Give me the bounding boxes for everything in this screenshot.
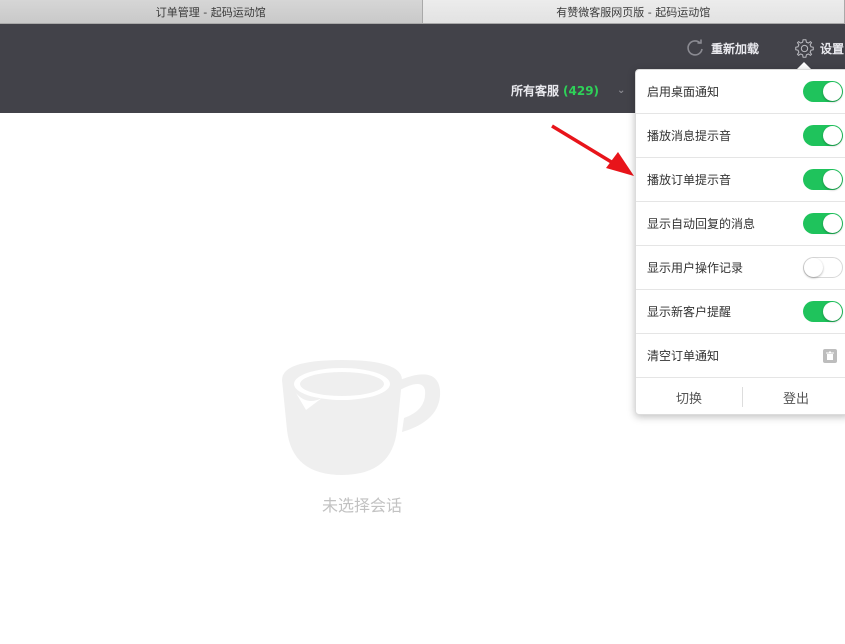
- desktop-notification-toggle[interactable]: [803, 81, 843, 102]
- agents-count: (429): [563, 83, 600, 98]
- switch-button[interactable]: 切换: [636, 388, 742, 407]
- settings-button[interactable]: 设置: [794, 38, 844, 59]
- clear-order-notifications: 清空订单通知: [636, 334, 845, 378]
- reload-label: 重新加载: [711, 41, 760, 56]
- setting-label: 播放消息提示音: [647, 129, 732, 143]
- setting-desktop-notification: 启用桌面通知: [636, 70, 845, 114]
- order-sound-toggle[interactable]: [803, 169, 843, 190]
- browser-tab-order-management[interactable]: 订单管理 - 起码运动馆: [0, 0, 423, 23]
- tab-label: 有赞微客服网页版 - 起码运动馆: [556, 5, 711, 19]
- toggle-knob: [804, 258, 823, 277]
- empty-state-text: 未选择会话: [321, 496, 402, 515]
- reload-button[interactable]: 重新加载: [685, 38, 759, 58]
- settings-menu: 启用桌面通知 播放消息提示音 播放订单提示音 显示自动回复的消息 显示用户操作记…: [635, 69, 845, 415]
- tab-label: 订单管理 - 起码运动馆: [155, 5, 266, 19]
- logout-button[interactable]: 登出: [743, 388, 845, 407]
- message-sound-toggle[interactable]: [803, 125, 843, 146]
- setting-message-sound: 播放消息提示音: [636, 114, 845, 158]
- browser-tab-bar: 订单管理 - 起码运动馆 有赞微客服网页版 - 起码运动馆: [0, 0, 845, 24]
- toggle-knob: [823, 302, 842, 321]
- toggle-knob: [823, 170, 842, 189]
- browser-tab-customer-service[interactable]: 有赞微客服网页版 - 起码运动馆: [422, 0, 845, 23]
- chevron-down-icon: ⌄: [617, 85, 626, 96]
- setting-new-customer-alert: 显示新客户提醒: [636, 290, 845, 334]
- toggle-knob: [823, 82, 842, 101]
- setting-order-sound: 播放订单提示音: [636, 158, 845, 202]
- setting-label: 启用桌面通知: [647, 85, 720, 99]
- settings-label: 设置: [820, 42, 845, 56]
- agent-filter-dropdown[interactable]: 所有客服 (429) ⌄: [511, 82, 625, 99]
- setting-auto-reply-messages: 显示自动回复的消息: [636, 202, 845, 246]
- user-activity-toggle[interactable]: [803, 257, 843, 278]
- refresh-icon: [687, 39, 703, 56]
- toggle-knob: [823, 214, 842, 233]
- trash-icon[interactable]: [823, 348, 837, 363]
- setting-label: 显示自动回复的消息: [647, 217, 756, 231]
- clear-label: 清空订单通知: [647, 349, 720, 363]
- setting-label: 显示用户操作记录: [647, 261, 744, 275]
- setting-label: 播放订单提示音: [647, 173, 732, 187]
- coffee-cup-icon: [282, 360, 441, 475]
- auto-reply-toggle[interactable]: [803, 213, 843, 234]
- setting-label: 显示新客户提醒: [647, 305, 732, 319]
- gear-icon: [795, 39, 814, 58]
- setting-user-activity-log: 显示用户操作记录: [636, 246, 845, 290]
- new-customer-toggle[interactable]: [803, 301, 843, 322]
- toggle-knob: [823, 126, 842, 145]
- settings-menu-footer: 切换 登出: [636, 378, 845, 416]
- agents-label: 所有客服: [511, 84, 560, 98]
